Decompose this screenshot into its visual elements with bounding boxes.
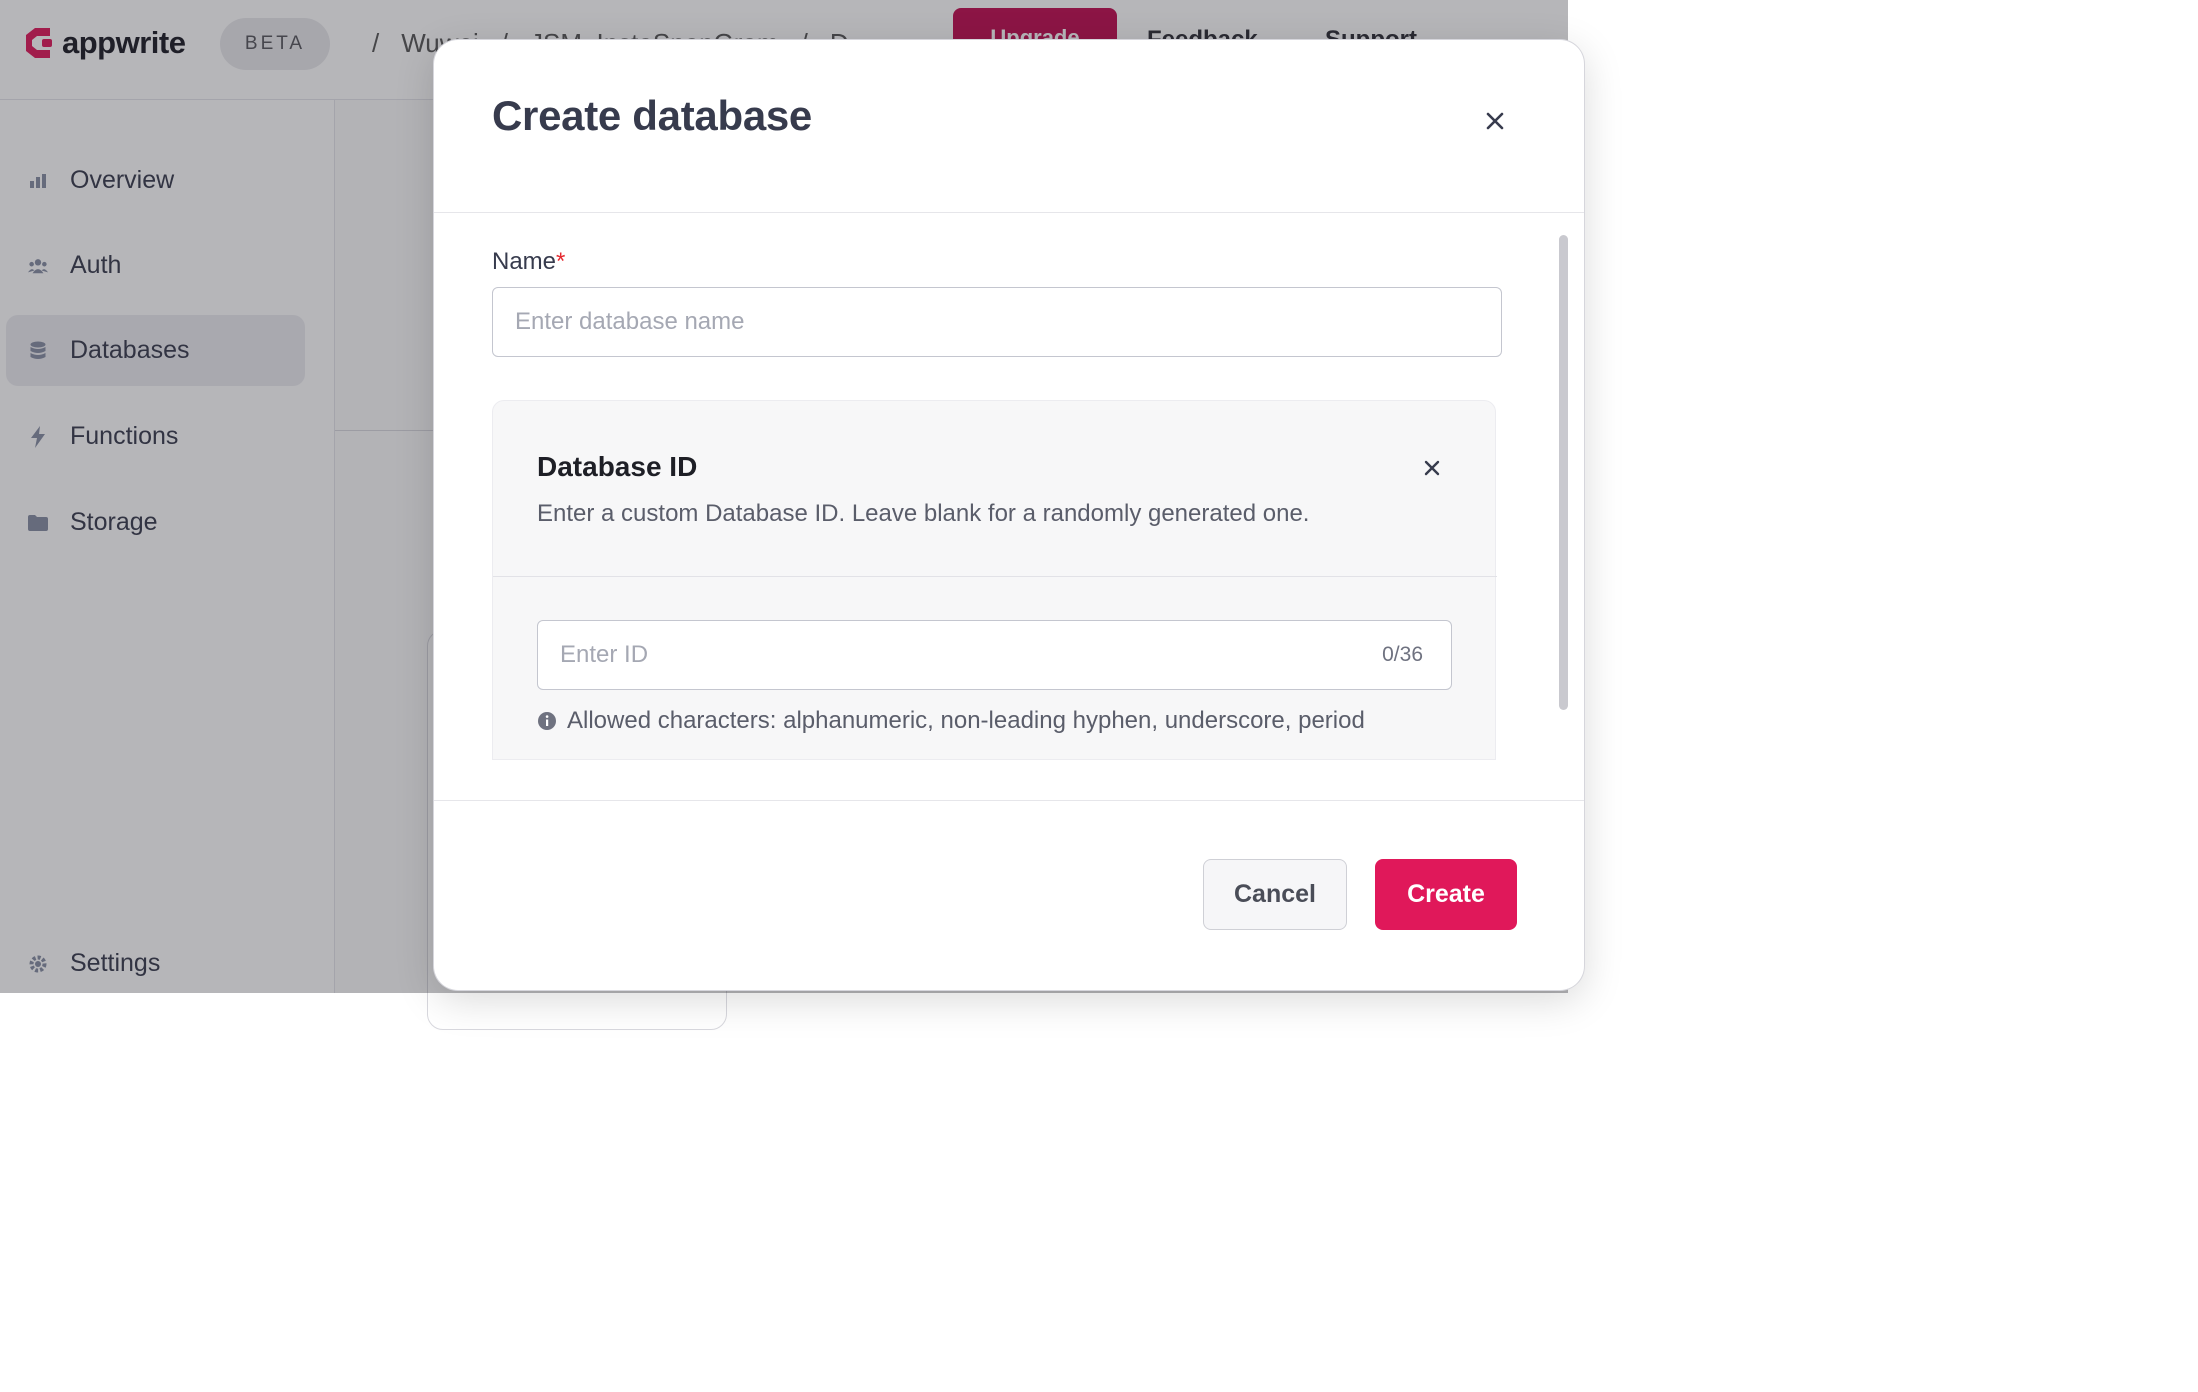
database-id-title: Database ID	[537, 451, 698, 482]
name-label-text: Name	[492, 248, 557, 275]
database-id-input[interactable]	[538, 621, 1338, 688]
database-id-divider	[493, 576, 1497, 577]
close-icon[interactable]	[1482, 108, 1508, 134]
create-button[interactable]: Create	[1375, 859, 1517, 930]
cancel-button[interactable]: Cancel	[1203, 859, 1347, 930]
database-id-description: Enter a custom Database ID. Leave blank …	[537, 500, 1310, 527]
database-id-field: 0/36	[537, 620, 1452, 690]
header-divider	[434, 212, 1584, 213]
close-icon[interactable]	[1422, 458, 1442, 478]
character-counter: 0/36	[1382, 643, 1423, 666]
name-label: Name*	[492, 248, 565, 276]
database-id-help: Allowed characters: alphanumeric, non-le…	[537, 707, 1365, 735]
required-mark: *	[556, 248, 566, 275]
modal-scrollbar[interactable]	[1559, 235, 1568, 710]
database-name-input[interactable]	[492, 287, 1502, 357]
database-id-panel: Database ID Enter a custom Database ID. …	[492, 400, 1497, 760]
create-database-modal: Create database Name* Database ID Enter …	[434, 40, 1584, 990]
info-icon	[538, 712, 556, 730]
footer-divider	[434, 800, 1584, 801]
help-text: Allowed characters: alphanumeric, non-le…	[567, 707, 1365, 734]
modal-title: Create database	[492, 92, 812, 139]
